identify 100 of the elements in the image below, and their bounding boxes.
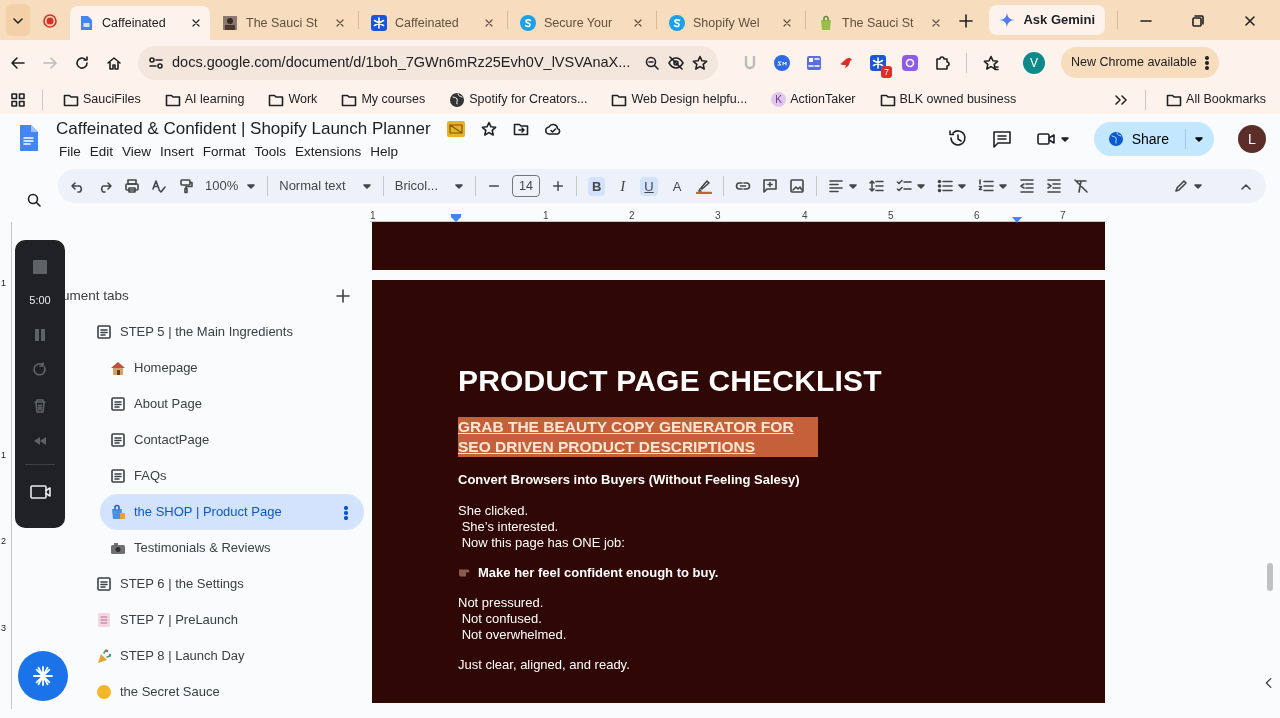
- tab-search-button[interactable]: [6, 4, 30, 36]
- browser-tab[interactable]: Caffeinated: [363, 6, 503, 40]
- increase-size-icon[interactable]: [550, 179, 565, 193]
- highlight-icon[interactable]: [696, 178, 713, 194]
- document-title[interactable]: Caffeinated & Confident | Shopify Launch Planner: [56, 116, 431, 142]
- menu-item[interactable]: File: [56, 141, 87, 162]
- zoom-extension-icon[interactable]: [774, 54, 790, 71]
- decrease-indent-icon[interactable]: [1019, 178, 1036, 194]
- line-spacing-icon[interactable]: [869, 178, 886, 194]
- share-button[interactable]: Share: [1093, 122, 1214, 156]
- format-toggle[interactable]: B: [587, 176, 606, 196]
- format-toggle[interactable]: I: [616, 175, 630, 197]
- record-icon[interactable]: [42, 12, 58, 29]
- bullet-list-icon[interactable]: [937, 178, 954, 194]
- eye-off-icon[interactable]: [668, 54, 684, 71]
- site-settings-icon[interactable]: [148, 54, 164, 71]
- puzzle-icon[interactable]: [934, 54, 950, 71]
- reload-icon[interactable]: [74, 54, 90, 71]
- zoom-dropdown[interactable]: 100%: [205, 176, 257, 196]
- scrollbar-thumb[interactable]: [1267, 563, 1273, 591]
- docs-logo-icon[interactable]: [18, 125, 40, 153]
- close-icon[interactable]: [190, 17, 202, 29]
- new-tab-icon[interactable]: [958, 12, 974, 29]
- starred-list-icon[interactable]: [983, 54, 999, 71]
- document-tab[interactable]: FAQs: [100, 458, 364, 494]
- document-tab[interactable]: the Secret Sauce: [86, 674, 364, 710]
- back-icon[interactable]: [10, 54, 26, 71]
- pencil-icon[interactable]: [1173, 178, 1189, 194]
- bookmark[interactable]: All Bookmarks: [1162, 88, 1270, 111]
- restore-icon[interactable]: [1190, 12, 1206, 29]
- comment-icon[interactable]: [991, 129, 1012, 149]
- more-options-icon[interactable]: [344, 505, 348, 520]
- font-dropdown[interactable]: Bricol...: [394, 176, 465, 196]
- menu-item[interactable]: Extensions: [292, 141, 368, 162]
- bookmark[interactable]: Spotify for Creators...: [445, 88, 592, 111]
- pause-icon[interactable]: [32, 326, 48, 343]
- menu-item[interactable]: View: [119, 141, 158, 162]
- format-toggle[interactable]: U: [640, 176, 658, 196]
- profile-avatar[interactable]: V: [1023, 51, 1045, 74]
- bookmark[interactable]: Work: [264, 88, 322, 111]
- address-bar[interactable]: docs.google.com/document/d/1boh_7GWn6mRz25Evh0V_lVSVAnaX...: [138, 45, 718, 80]
- document-tab[interactable]: STEP 5 | the Main Ingredients: [86, 314, 364, 350]
- home-icon[interactable]: [106, 54, 122, 71]
- print-icon[interactable]: [124, 178, 140, 194]
- user-avatar[interactable]: L: [1238, 125, 1266, 153]
- bookmark[interactable]: Web Design helpfu...: [607, 88, 752, 111]
- update-button[interactable]: New Chrome available: [1061, 47, 1219, 78]
- stop-icon[interactable]: [32, 258, 48, 275]
- add-comment-icon[interactable]: [762, 178, 779, 194]
- gemini-button[interactable]: Ask Gemini: [989, 5, 1105, 35]
- add-tab-icon[interactable]: [336, 289, 350, 304]
- trash-icon[interactable]: [32, 397, 48, 414]
- increase-indent-icon[interactable]: [1046, 178, 1063, 194]
- document-tab[interactable]: STEP 8 | Launch Day: [86, 638, 364, 674]
- close-icon[interactable]: [632, 17, 644, 29]
- document-tab[interactable]: the SHOP | Product Page: [100, 494, 364, 530]
- bookmark[interactable]: AI learning: [160, 88, 249, 111]
- spellcheck-icon[interactable]: [151, 178, 167, 194]
- checklist-icon[interactable]: [896, 178, 913, 194]
- close-icon[interactable]: [334, 17, 346, 29]
- browser-tab[interactable]: The Sauci St: [214, 6, 354, 40]
- paint-format-icon[interactable]: [178, 178, 194, 194]
- font-size-field[interactable]: 14: [512, 174, 540, 198]
- bookmark[interactable]: K ActionTaker: [767, 88, 860, 111]
- menu-item[interactable]: Help: [367, 141, 404, 162]
- bookmark[interactable]: My courses: [337, 88, 430, 111]
- menu-item[interactable]: Edit: [86, 141, 120, 162]
- document-tab[interactable]: Homepage: [100, 350, 364, 386]
- document-tab[interactable]: STEP 6 | the Settings: [86, 566, 364, 602]
- zoom-icon[interactable]: [644, 54, 660, 71]
- align-left-icon[interactable]: [828, 178, 845, 194]
- browser-tab[interactable]: Caffeinated: [70, 6, 210, 40]
- version-history-icon[interactable]: [947, 129, 968, 149]
- browser-tab[interactable]: The Sauci St: [810, 6, 950, 40]
- close-icon[interactable]: [781, 17, 793, 29]
- slides-badge-icon[interactable]: [446, 120, 465, 137]
- browser-tab[interactable]: Shopify Wel: [661, 6, 801, 40]
- apps-grid-icon[interactable]: [10, 91, 26, 108]
- document-tab[interactable]: About Page: [100, 386, 364, 422]
- browser-tab[interactable]: Secure Your: [512, 6, 652, 40]
- style-dropdown[interactable]: Normal text: [279, 176, 372, 196]
- menu-item[interactable]: Tools: [251, 141, 293, 162]
- close-icon[interactable]: [930, 17, 942, 29]
- bookmark[interactable]: SauciFiles: [59, 88, 145, 111]
- indent-marker-icon[interactable]: [1012, 217, 1022, 224]
- star-icon[interactable]: [692, 54, 708, 71]
- text-color-button[interactable]: A: [668, 176, 686, 196]
- clear-formatting-icon[interactable]: [1073, 178, 1090, 194]
- circle-extension-icon[interactable]: [902, 54, 918, 71]
- star-icon[interactable]: [480, 120, 497, 137]
- bookmark[interactable]: BLK owned business: [875, 88, 1021, 111]
- search-icon[interactable]: [26, 191, 42, 208]
- grid-extension-icon[interactable]: [806, 54, 822, 71]
- document-tab[interactable]: STEP 7 | PreLaunch: [86, 602, 364, 638]
- numbered-list-icon[interactable]: [978, 178, 995, 194]
- close-icon[interactable]: [483, 17, 495, 29]
- assistant-button[interactable]: [18, 651, 68, 701]
- image-icon[interactable]: [789, 178, 806, 194]
- document-tab[interactable]: Testimonials & Reviews: [100, 530, 364, 566]
- menu-item[interactable]: Format: [199, 141, 252, 162]
